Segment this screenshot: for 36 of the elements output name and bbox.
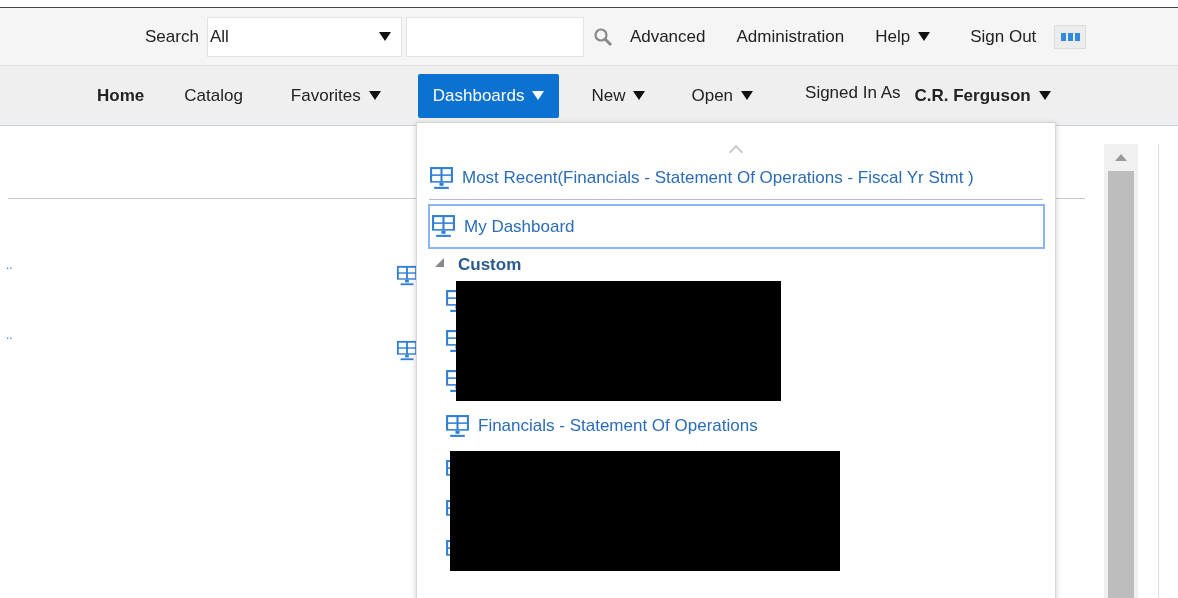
monitor-icon [431,214,456,239]
signed-in-label: Signed In As [805,81,901,104]
caret-icon [633,91,646,100]
menu-item[interactable]: Financials - Statement Of Operations [445,407,758,445]
header-link[interactable]: Advanced [629,23,706,50]
header-link[interactable]: Help [875,23,931,50]
monitor-icon [429,165,454,191]
section-header[interactable]: Custom [435,251,522,279]
link[interactable]: .. [6,326,13,344]
expand-triangle-icon[interactable] [435,257,444,267]
caret-icon [532,91,545,100]
apps-icon[interactable] [1054,24,1087,49]
header-link[interactable]: Sign Out [970,23,1037,50]
nav-tab[interactable]: Favorites [290,73,381,118]
header-link[interactable]: Administration [736,23,845,50]
caret-icon [378,32,391,41]
search-icon[interactable] [592,26,613,47]
scroll-up-icon[interactable] [1115,154,1127,161]
caret-icon [918,32,931,41]
scope-dropdown[interactable]: All [206,16,402,57]
menu-item[interactable]: Most Recent(Financials - Statement Of Operations - Fiscal Yr Stmt ) [429,163,1044,193]
nav-tab[interactable]: Home [97,73,145,118]
scrollbar-thumb[interactable] [1108,171,1134,598]
caret-icon [741,91,754,100]
nav-tab[interactable]: Dashboards [417,73,560,118]
caret-icon [368,91,381,100]
menu-item[interactable]: My Dashboard [428,204,1045,249]
caret-icon [1038,91,1051,100]
monitor-icon [445,413,470,439]
user-menu[interactable]: C.R. Ferguson [914,82,1051,109]
search-field[interactable] [405,16,584,57]
nav-tab[interactable]: New [591,73,646,118]
search-label: Search [145,25,199,48]
nav-tab[interactable]: Catalog [184,73,243,118]
link[interactable]: .. [6,256,13,274]
nav-tab[interactable]: Open [691,73,754,118]
